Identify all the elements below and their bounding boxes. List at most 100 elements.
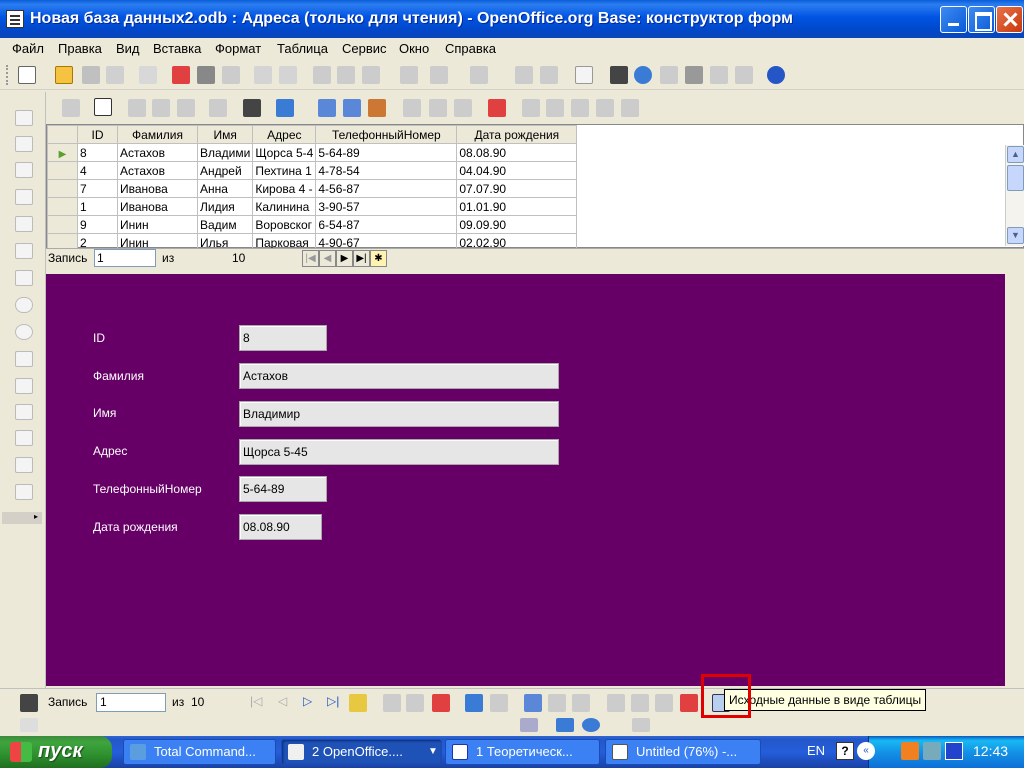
undo-record-icon[interactable] — [406, 694, 424, 712]
refresh-icon[interactable] — [276, 99, 294, 117]
cell[interactable]: Андрей — [196, 161, 254, 180]
phone-field[interactable]: 5-64-89 — [239, 476, 327, 502]
task-total-commander[interactable]: Total Command... — [123, 739, 276, 765]
data-grid[interactable]: ID Фамилия Имя Адрес ТелефонныйНомер Дат… — [46, 124, 1024, 252]
start-button[interactable]: пуск — [0, 736, 112, 768]
previous-record-button[interactable]: ◀ — [319, 250, 336, 267]
language-indicator[interactable]: EN — [807, 743, 825, 758]
maximize-button[interactable] — [968, 6, 995, 33]
standard-filter-icon[interactable] — [655, 694, 673, 712]
list-box-icon[interactable] — [15, 351, 33, 367]
cell[interactable]: Инин — [117, 215, 198, 234]
refresh-icon[interactable] — [465, 694, 483, 712]
table-row[interactable]: ▶ 8 Астахов Владими Щорса 5-4 5-64-89 08… — [47, 143, 578, 162]
column-header-birthdate[interactable]: Дата рождения — [456, 125, 578, 144]
sort-icon[interactable] — [572, 694, 590, 712]
tray-monitor-icon[interactable] — [945, 742, 963, 760]
menu-help[interactable]: Справка — [445, 41, 496, 56]
last-record-icon[interactable]: ▷| — [327, 694, 339, 708]
paste-icon[interactable] — [177, 99, 195, 117]
task-word-document[interactable]: 1 Теоретическ... — [445, 739, 600, 765]
row-header[interactable] — [47, 161, 78, 180]
data-source-current-doc-icon[interactable] — [596, 99, 614, 117]
row-header[interactable] — [47, 179, 78, 198]
column-header-id[interactable]: ID — [77, 125, 118, 144]
cell[interactable]: 9 — [77, 215, 118, 234]
remove-filter-icon[interactable] — [680, 694, 698, 712]
label-field-icon[interactable] — [15, 404, 33, 420]
text-box-icon[interactable] — [15, 243, 33, 259]
close-button[interactable] — [996, 6, 1023, 33]
design-mode-icon[interactable] — [15, 136, 33, 152]
autofilter-icon[interactable] — [403, 99, 421, 117]
cell[interactable]: 08.08.90 — [456, 143, 578, 162]
scroll-up-button[interactable]: ▲ — [1007, 146, 1024, 163]
cell[interactable]: Иванова — [117, 197, 198, 216]
image-button-icon[interactable] — [15, 457, 33, 473]
paste-icon[interactable] — [362, 66, 380, 84]
cell[interactable]: 7 — [77, 179, 118, 198]
help-tray-icon[interactable]: ? — [836, 742, 854, 760]
toolbar-expand-arrow[interactable]: ▸ — [2, 512, 42, 524]
next-record-icon[interactable]: ▷ — [303, 694, 312, 708]
navigator-icon[interactable] — [634, 66, 652, 84]
cell[interactable]: 04.04.90 — [456, 161, 578, 180]
export-pdf-icon[interactable] — [172, 66, 190, 84]
show-hidden-icons-icon[interactable]: « — [857, 742, 875, 760]
print-icon[interactable] — [197, 66, 215, 84]
cell[interactable]: 4 — [77, 161, 118, 180]
table-row[interactable]: 4 Астахов Андрей Пехтина 1 4-78-54 04.04… — [47, 161, 578, 180]
show-draw-functions-icon[interactable] — [575, 66, 593, 84]
mail-merge-icon[interactable] — [571, 99, 589, 117]
copy-icon[interactable] — [152, 99, 170, 117]
sort-descending-icon[interactable] — [343, 99, 361, 117]
menu-insert[interactable]: Вставка — [153, 41, 201, 56]
first-record-icon[interactable]: |◁ — [250, 694, 262, 708]
delete-record-icon[interactable] — [432, 694, 450, 712]
undo-icon[interactable] — [430, 66, 448, 84]
menu-window[interactable]: Окно — [399, 41, 429, 56]
cell[interactable]: 3-90-57 — [315, 197, 458, 216]
more-controls-icon[interactable] — [15, 430, 33, 446]
explorer-on-off-icon[interactable] — [621, 99, 639, 117]
data-to-fields-icon[interactable] — [546, 99, 564, 117]
menu-edit[interactable]: Правка — [58, 41, 102, 56]
cut-icon[interactable] — [313, 66, 331, 84]
open-folder-icon[interactable] — [55, 66, 73, 84]
form-design-icon[interactable] — [15, 189, 33, 205]
column-header-phone[interactable]: ТелефонныйНомер — [315, 125, 458, 144]
table-row[interactable]: 1 Иванова Лидия Калинина 3-90-57 01.01.9… — [47, 197, 578, 216]
cell[interactable]: 01.01.90 — [456, 197, 578, 216]
record-number-input[interactable]: 1 — [94, 249, 156, 267]
remove-filter-icon[interactable] — [488, 99, 506, 117]
first-record-button[interactable]: |◀ — [302, 250, 319, 267]
cell[interactable]: Анна — [196, 179, 254, 198]
cell[interactable]: 4-56-87 — [315, 179, 458, 198]
cell[interactable]: Астахов — [117, 143, 198, 162]
menu-table[interactable]: Таблица — [277, 41, 328, 56]
form-canvas[interactable]: ID 8 Фамилия Астахов Имя Владимир Адрес … — [46, 274, 1005, 686]
save-record-icon[interactable] — [62, 99, 80, 117]
find-record-icon[interactable] — [20, 694, 38, 712]
record-number-input[interactable]: 1 — [96, 693, 166, 712]
table-row[interactable]: 9 Инин Вадим Воровског 6-54-87 09.09.90 — [47, 215, 578, 234]
task-image-editor[interactable]: Untitled (76%) -... — [605, 739, 761, 765]
line-icon[interactable] — [520, 718, 538, 732]
cell[interactable]: Вадим — [196, 215, 254, 234]
checkbox-icon[interactable] — [15, 216, 33, 232]
task-openoffice[interactable]: 2 OpenOffice.... ▼ — [281, 739, 442, 765]
push-button-icon[interactable] — [15, 297, 33, 313]
sort-ascending-icon[interactable] — [318, 99, 336, 117]
edit-file-icon[interactable] — [139, 66, 157, 84]
help-icon[interactable] — [767, 66, 785, 84]
menu-file[interactable]: Файл — [12, 41, 44, 56]
column-header-address[interactable]: Адрес — [252, 125, 317, 144]
save-record-icon[interactable] — [383, 694, 401, 712]
copy-icon[interactable] — [337, 66, 355, 84]
standard-filter-icon[interactable] — [454, 99, 472, 117]
format-paintbrush-icon[interactable] — [400, 66, 418, 84]
cell[interactable]: 1 — [77, 197, 118, 216]
apply-filter-icon[interactable] — [631, 694, 649, 712]
formatting-marks-icon[interactable] — [710, 66, 728, 84]
cell[interactable]: Лидия — [196, 197, 254, 216]
